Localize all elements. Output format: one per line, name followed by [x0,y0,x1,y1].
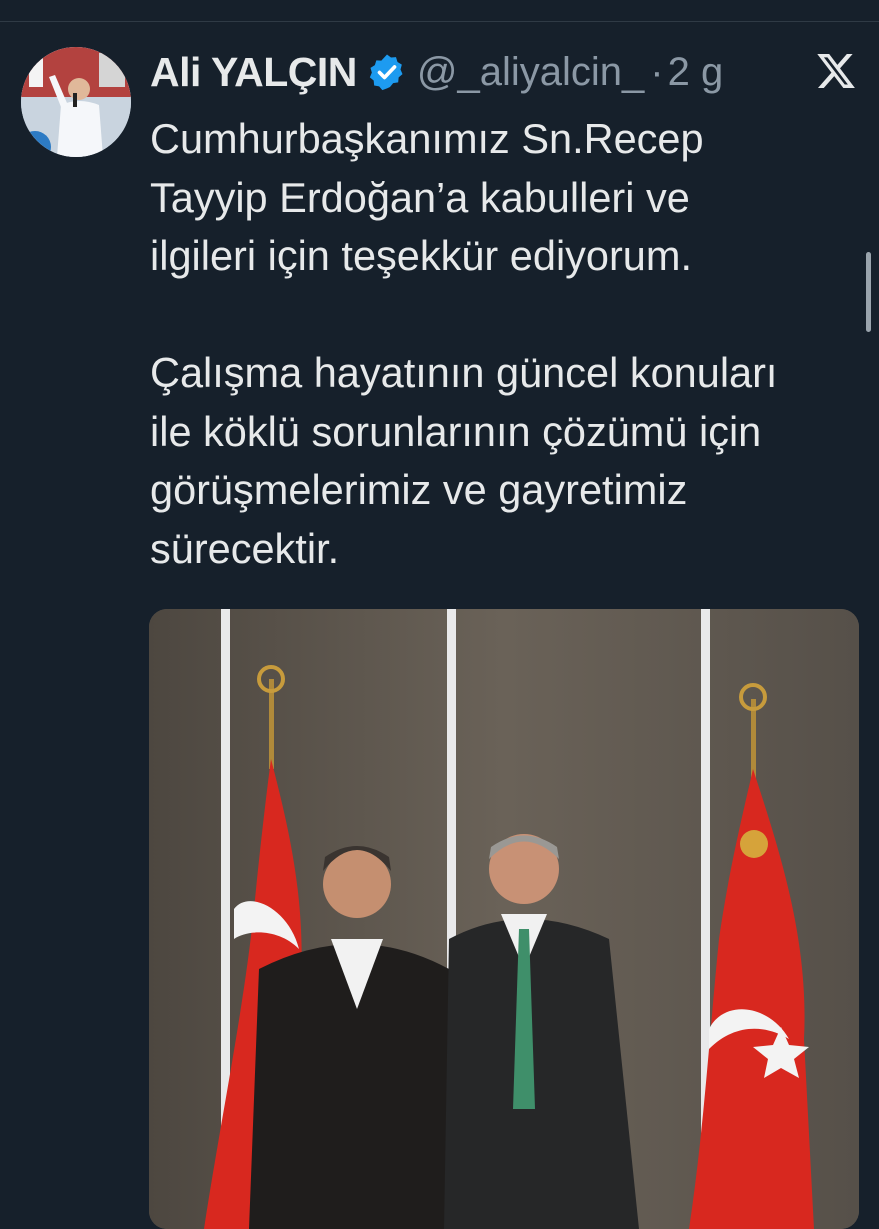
author-avatar[interactable] [21,47,131,157]
verified-badge-icon [367,52,407,92]
top-divider [0,21,879,22]
author-name[interactable]: Ali YALÇIN [150,49,357,96]
tweet-photo[interactable] [149,609,859,1229]
x-logo-icon[interactable] [815,50,857,92]
author-handle[interactable]: @_aliyalcin_ [417,50,644,95]
tweet-text: Cumhurbaşkanımız Sn.Recep Tayyip Erdoğan… [150,115,778,572]
tweet-time[interactable]: 2 g [668,50,724,95]
avatar-image [21,47,131,157]
tweet-header: Ali YALÇIN @_aliyalcin_ · 2 g [150,42,723,102]
photo-image [149,609,859,1229]
meta-separator: · [650,49,664,94]
scrollbar-thumb[interactable] [866,252,871,332]
